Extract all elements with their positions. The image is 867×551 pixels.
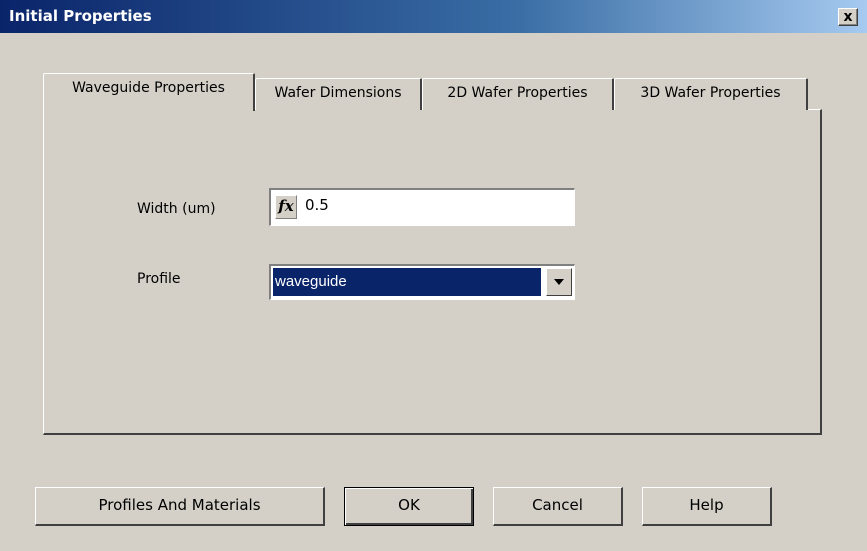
tab-waveguide-properties[interactable]: Waveguide Properties bbox=[43, 73, 255, 111]
width-field[interactable]: fx 0.5 bbox=[269, 188, 575, 226]
help-button[interactable]: Help bbox=[642, 487, 772, 526]
close-button[interactable]: x bbox=[838, 8, 858, 26]
ok-button[interactable]: OK bbox=[344, 487, 474, 526]
profile-selected-value: waveguide bbox=[273, 268, 541, 296]
tab-label: 3D Wafer Properties bbox=[640, 85, 781, 101]
tab-label: Waveguide Properties bbox=[72, 80, 225, 96]
width-label: Width (um) bbox=[137, 201, 216, 217]
tab-2d-wafer-properties[interactable]: 2D Wafer Properties bbox=[422, 78, 614, 110]
tab-wafer-dimensions[interactable]: Wafer Dimensions bbox=[255, 78, 422, 110]
profile-select[interactable]: waveguide bbox=[269, 264, 575, 300]
window-title: Initial Properties bbox=[9, 7, 152, 25]
chevron-down-icon[interactable] bbox=[546, 268, 572, 296]
function-icon[interactable]: fx bbox=[275, 195, 297, 219]
width-value: 0.5 bbox=[305, 196, 329, 214]
tab-3d-wafer-properties[interactable]: 3D Wafer Properties bbox=[614, 78, 808, 110]
tab-label: Wafer Dimensions bbox=[274, 85, 402, 101]
profiles-and-materials-button[interactable]: Profiles And Materials bbox=[35, 487, 325, 526]
cancel-button[interactable]: Cancel bbox=[493, 487, 623, 526]
tab-label: 2D Wafer Properties bbox=[447, 85, 588, 101]
title-bar: Initial Properties bbox=[0, 0, 867, 33]
close-icon: x bbox=[843, 9, 853, 25]
profile-label: Profile bbox=[137, 271, 181, 287]
